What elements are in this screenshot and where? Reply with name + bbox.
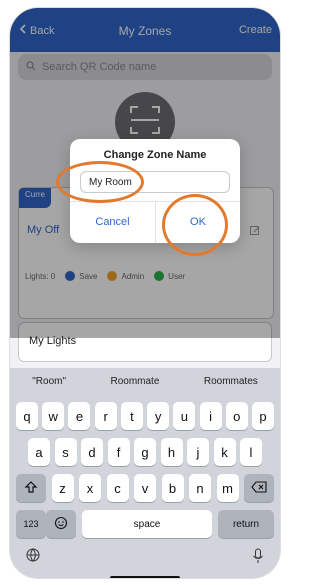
space-key[interactable]: space xyxy=(82,510,212,538)
key-q[interactable]: q xyxy=(16,402,38,430)
key-d[interactable]: d xyxy=(81,438,103,466)
shift-icon xyxy=(24,480,38,497)
keyboard-row-3: z x c v b n m xyxy=(16,474,274,502)
phone-screen: Back My Zones Create Search QR Code name… xyxy=(10,8,280,578)
suggestion-3[interactable]: Roommates xyxy=(204,376,258,387)
key-a[interactable]: a xyxy=(28,438,50,466)
key-n[interactable]: n xyxy=(189,474,211,502)
key-h[interactable]: h xyxy=(160,438,183,466)
backspace-key[interactable] xyxy=(244,474,274,502)
dialog-title: Change Zone Name xyxy=(103,149,207,161)
keyboard: q w e r t y u i o p a s d f g h j k l z … xyxy=(10,394,280,578)
keyboard-row-1: q w e r t y u i o p xyxy=(16,402,274,430)
key-p[interactable]: p xyxy=(251,402,274,430)
key-w[interactable]: w xyxy=(42,402,65,430)
ok-highlight-circle xyxy=(162,194,228,256)
suggestion-1[interactable]: "Room" xyxy=(32,376,66,387)
key-z[interactable]: z xyxy=(51,474,74,502)
field-highlight-circle xyxy=(56,161,144,203)
emoji-key[interactable] xyxy=(46,510,76,538)
key-o[interactable]: o xyxy=(225,402,248,430)
key-k[interactable]: k xyxy=(213,438,236,466)
backspace-icon xyxy=(251,480,267,496)
emoji-icon xyxy=(54,516,68,533)
key-c[interactable]: c xyxy=(106,474,129,502)
keyboard-row-2: a s d f g h j k l xyxy=(28,438,262,466)
globe-icon[interactable] xyxy=(26,548,40,569)
key-g[interactable]: g xyxy=(134,438,156,466)
numbers-key[interactable]: 123 xyxy=(16,510,46,538)
cancel-button[interactable]: Cancel xyxy=(70,201,155,243)
key-x[interactable]: x xyxy=(79,474,101,502)
home-indicator xyxy=(110,576,180,578)
key-s[interactable]: s xyxy=(54,438,77,466)
suggestion-bar: "Room" Roommate Roommates xyxy=(10,368,280,394)
key-i[interactable]: i xyxy=(199,402,222,430)
return-key[interactable]: return xyxy=(218,510,274,538)
key-j[interactable]: j xyxy=(187,438,209,466)
key-v[interactable]: v xyxy=(134,474,156,502)
suggestion-2[interactable]: Roommate xyxy=(110,376,159,387)
key-b[interactable]: b xyxy=(161,474,184,502)
key-l[interactable]: l xyxy=(240,438,262,466)
key-t[interactable]: t xyxy=(120,402,143,430)
key-y[interactable]: y xyxy=(147,402,170,430)
keyboard-bottom xyxy=(26,548,264,569)
key-u[interactable]: u xyxy=(173,402,196,430)
key-r[interactable]: r xyxy=(94,402,117,430)
key-f[interactable]: f xyxy=(107,438,130,466)
keyboard-row-4: 123 space return xyxy=(16,510,274,538)
microphone-icon[interactable] xyxy=(252,548,264,569)
key-e[interactable]: e xyxy=(68,402,91,430)
key-m[interactable]: m xyxy=(216,474,239,502)
shift-key[interactable] xyxy=(16,474,46,502)
